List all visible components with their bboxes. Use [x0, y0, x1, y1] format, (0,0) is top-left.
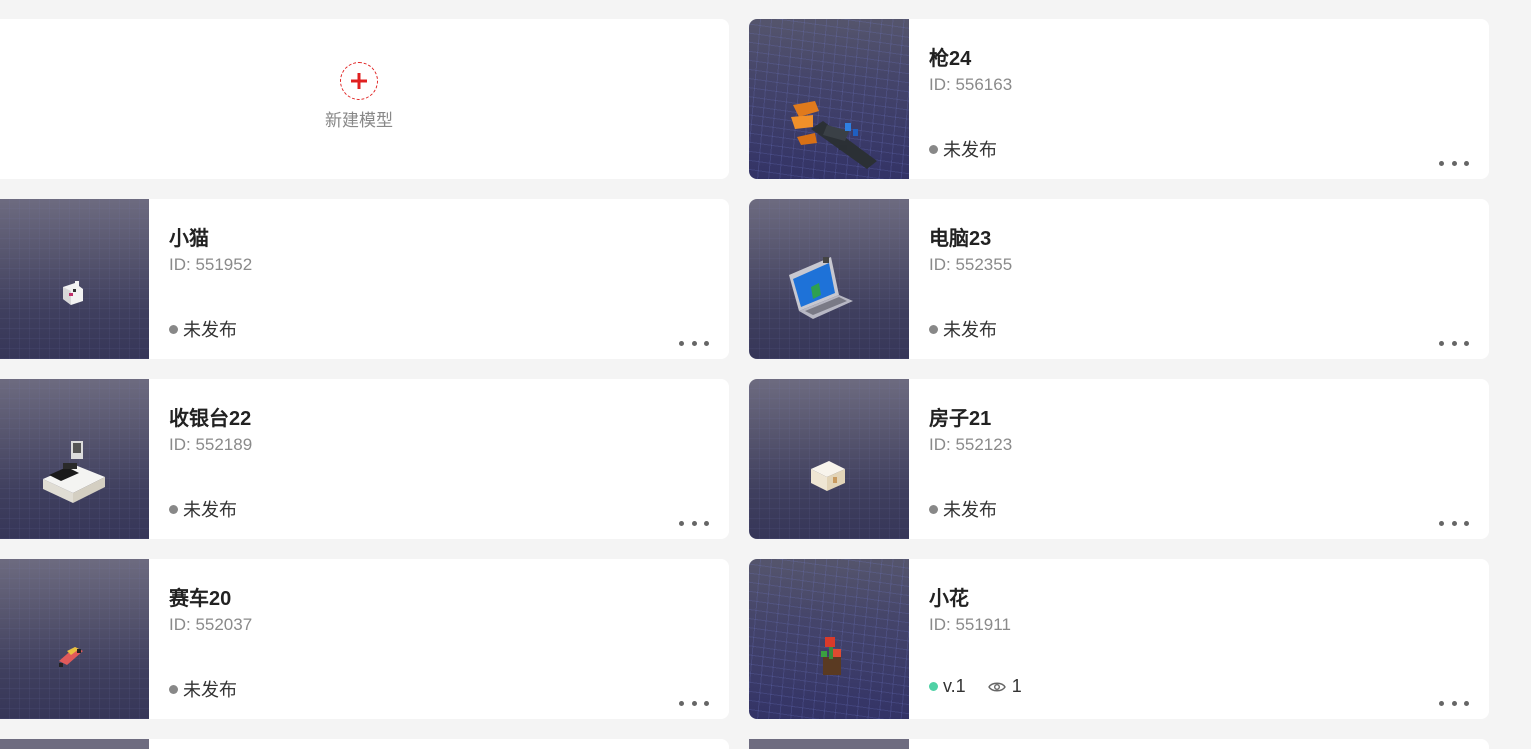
model-thumbnail[interactable]	[0, 739, 149, 749]
status-dot	[929, 682, 938, 691]
model-card[interactable]: 赛车20 ID: 552037 未发布	[0, 559, 729, 719]
model-thumbnail[interactable]	[0, 559, 149, 719]
model-thumbnail[interactable]	[0, 379, 149, 539]
model-id: ID: 552189	[169, 435, 253, 454]
model-thumbnail[interactable]	[749, 559, 909, 719]
model-title: 电脑23	[929, 228, 992, 250]
model-title: 收银台22	[169, 408, 252, 430]
status-label: 未发布	[943, 320, 997, 340]
status-dot	[169, 684, 178, 694]
more-options-button[interactable]	[1439, 695, 1469, 711]
model-card[interactable]: 电脑23 ID: 552355 未发布	[749, 199, 1489, 359]
model-card[interactable]: 小花 ID: 551911 v.1 1	[749, 559, 1489, 719]
more-options-button[interactable]	[679, 515, 709, 531]
publish-status: 未发布	[929, 136, 997, 162]
model-title: 赛车20	[169, 588, 232, 610]
model-card[interactable]: 小猫 ID: 551952 未发布	[0, 199, 729, 359]
more-options-button[interactable]	[1439, 515, 1469, 531]
model-card[interactable]: 枪24 ID: 556163 未发布	[749, 19, 1489, 179]
house-model-icon	[811, 461, 845, 491]
cat-model-icon	[63, 281, 83, 305]
view-count-value: 1	[1011, 676, 1022, 696]
status-dot	[169, 504, 178, 514]
more-options-button[interactable]	[679, 695, 709, 711]
model-id: ID: 552355	[929, 255, 1013, 274]
publish-status: 未发布	[929, 316, 997, 342]
more-options-button[interactable]	[1439, 335, 1469, 351]
model-card[interactable]: 房子21 ID: 552123 未发布	[749, 379, 1489, 539]
model-title: 房子21	[929, 408, 992, 430]
publish-status: 未发布	[929, 496, 997, 522]
model-id: ID: 556163	[929, 75, 1013, 94]
new-model-card[interactable]: 新建模型	[0, 19, 729, 179]
cash-register-model-icon	[43, 441, 105, 503]
version-label: v.1	[943, 676, 966, 696]
model-thumbnail[interactable]	[0, 199, 149, 359]
status-dot	[929, 144, 938, 154]
gun-model-icon	[791, 101, 877, 169]
model-title: 小猫	[169, 228, 209, 250]
model-id: ID: 552037	[169, 615, 253, 634]
view-count: 1	[987, 676, 1022, 697]
model-thumbnail[interactable]	[749, 19, 909, 179]
status-label: 未发布	[943, 500, 997, 520]
status-label: 未发布	[183, 320, 237, 340]
eye-icon	[987, 682, 1006, 691]
model-id: ID: 551911	[929, 615, 1011, 634]
publish-status: 未发布	[169, 316, 237, 342]
model-title: 小花	[929, 588, 969, 610]
publish-status: 未发布	[169, 676, 237, 702]
publish-status: 未发布	[169, 496, 237, 522]
status-label: 未发布	[943, 140, 997, 160]
status-dot	[169, 324, 178, 334]
model-thumbnail[interactable]	[749, 199, 909, 359]
status-label: 未发布	[183, 500, 237, 520]
model-id: ID: 552123	[929, 435, 1013, 454]
publish-status: v.1 1	[929, 676, 1022, 697]
laptop-model-icon	[789, 257, 853, 319]
flower-model-icon	[821, 637, 841, 675]
more-options-button[interactable]	[1439, 155, 1469, 171]
race-car-model-icon	[59, 647, 83, 667]
add-icon[interactable]	[340, 61, 378, 100]
status-label: 未发布	[183, 680, 237, 700]
model-thumbnail[interactable]	[749, 379, 909, 539]
model-id: ID: 551952	[169, 255, 253, 274]
model-title: 枪24	[929, 48, 972, 70]
new-model-label: 新建模型	[325, 110, 393, 130]
status-dot	[929, 324, 938, 334]
model-thumbnail[interactable]	[749, 739, 909, 749]
more-options-button[interactable]	[679, 335, 709, 351]
model-card[interactable]: 收银台22 ID: 552189 未发布	[0, 379, 729, 539]
model-card-partial[interactable]	[0, 739, 729, 749]
status-dot	[929, 504, 938, 514]
model-card-partial[interactable]	[749, 739, 1489, 749]
